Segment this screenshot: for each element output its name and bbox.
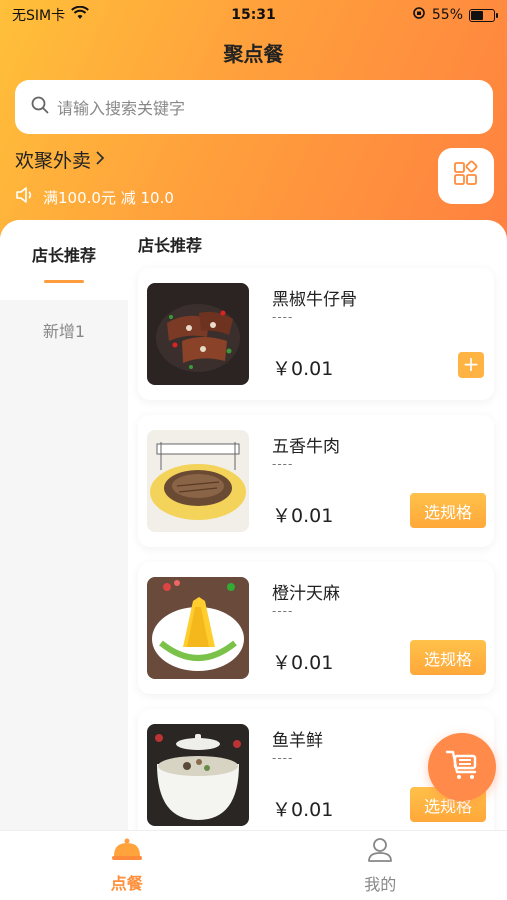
product-price: ￥0.01 <box>272 799 334 821</box>
bottom-tabbar: 点餐 我的 <box>0 830 507 900</box>
cart-icon <box>445 750 479 784</box>
category-grid-button[interactable] <box>438 148 494 204</box>
sidebar-item-new1[interactable]: 新增1 <box>0 318 128 342</box>
search-icon <box>31 96 49 118</box>
tab-order[interactable]: 点餐 <box>0 831 254 900</box>
product-name: 橙汁天麻 <box>272 584 340 604</box>
product-description: ---- <box>272 751 294 765</box>
promo-text: 满100.0元 减 10.0 <box>43 188 174 207</box>
product-name: 鱼羊鲜 <box>272 731 323 751</box>
product-card[interactable]: 橙汁天麻 ---- ￥0.01 选规格 <box>138 562 494 694</box>
chevron-right-icon <box>95 149 105 171</box>
product-card[interactable]: 黑椒牛仔骨 ---- ￥0.01 + <box>138 268 494 400</box>
product-card[interactable]: 五香牛肉 ---- ￥0.01 选规格 <box>138 415 494 547</box>
product-description: ---- <box>272 604 294 618</box>
status-bar: 无SIM卡 15:31 55% <box>0 0 507 30</box>
status-left: 无SIM卡 <box>12 5 89 25</box>
tab-label: 我的 <box>364 874 397 894</box>
search-placeholder: 请输入搜索关键字 <box>57 99 186 118</box>
tab-mine[interactable]: 我的 <box>254 831 507 900</box>
select-spec-button[interactable]: 选规格 <box>410 493 486 528</box>
search-input[interactable]: 请输入搜索关键字 <box>15 80 493 134</box>
product-image <box>147 577 249 679</box>
section-title: 店长推荐 <box>138 236 203 255</box>
store-name-link[interactable]: 欢聚外卖 <box>15 146 105 173</box>
product-name: 黑椒牛仔骨 <box>272 290 357 310</box>
product-price: ￥0.01 <box>272 358 334 380</box>
page-title: 聚点餐 <box>223 42 284 66</box>
sidebar-item-recommend[interactable]: 店长推荐 <box>0 220 128 300</box>
menu-panel: 店长推荐 新增1 店长推荐 黑椒牛仔骨 ---- ￥0.01 + 五香牛肉 --… <box>0 220 507 830</box>
dish-cover-icon <box>111 838 143 866</box>
speaker-icon <box>15 186 35 208</box>
product-price: ￥0.01 <box>272 505 334 527</box>
product-image <box>147 430 249 532</box>
carrier-label: 无SIM卡 <box>12 8 66 24</box>
product-description: ---- <box>272 310 294 324</box>
wifi-icon <box>71 5 89 24</box>
product-image <box>147 283 249 385</box>
active-indicator <box>44 279 84 283</box>
product-name: 五香牛肉 <box>272 437 340 457</box>
product-price: ￥0.01 <box>272 652 334 674</box>
product-description: ---- <box>272 457 294 471</box>
tab-label: 点餐 <box>110 873 143 893</box>
select-spec-button[interactable]: 选规格 <box>410 640 486 675</box>
status-right: 55% <box>412 6 498 24</box>
cart-button[interactable] <box>428 733 496 801</box>
orientation-lock-icon <box>412 6 426 24</box>
grid-icon <box>452 160 480 192</box>
category-sidebar: 店长推荐 新增1 <box>0 220 128 830</box>
promo-banner: 满100.0元 减 10.0 <box>15 186 174 208</box>
battery-percent: 55% <box>431 7 463 23</box>
user-icon <box>367 837 393 867</box>
sidebar-item-label: 店长推荐 <box>31 245 96 265</box>
battery-fill <box>471 10 483 20</box>
battery-icon <box>469 8 498 22</box>
add-to-cart-button[interactable]: + <box>458 352 484 378</box>
product-image <box>147 724 249 826</box>
store-name: 欢聚外卖 <box>15 150 92 172</box>
status-time: 15:31 <box>231 7 276 23</box>
